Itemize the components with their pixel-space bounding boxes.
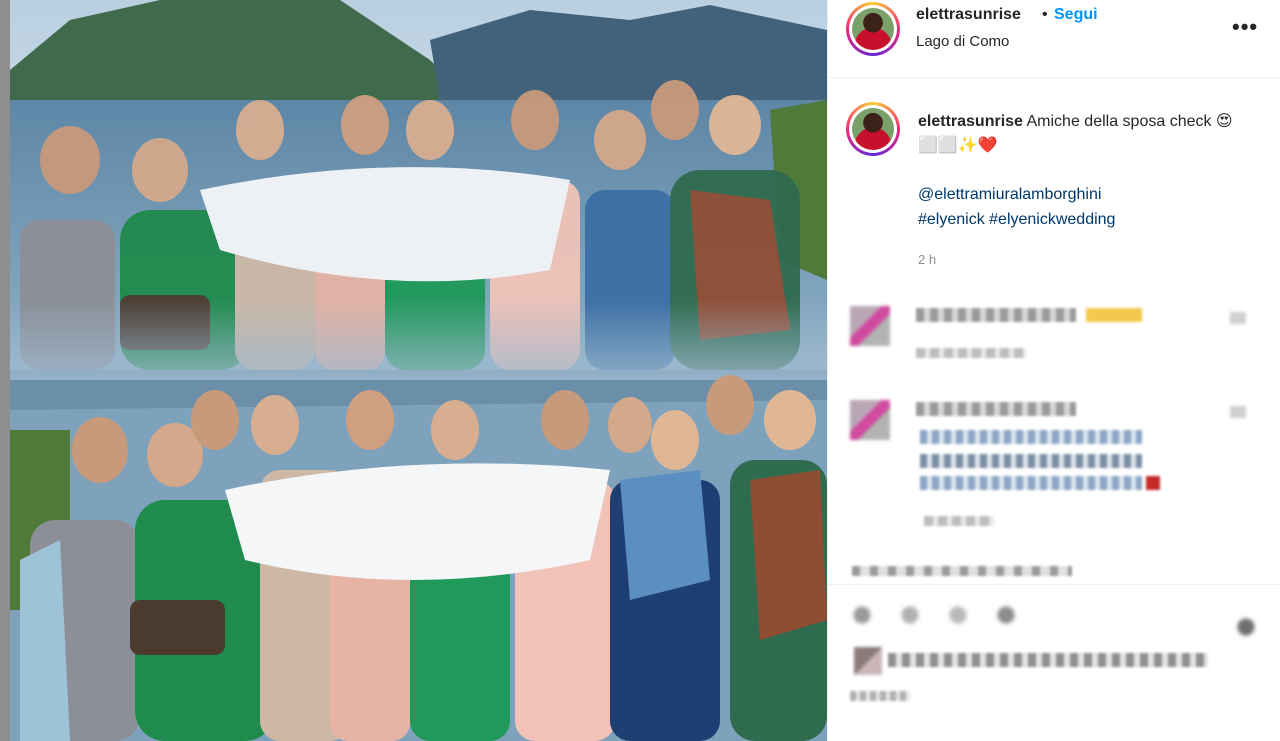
caption-username[interactable]: elettrasunrise: [918, 113, 1023, 130]
commenter-avatar[interactable]: [850, 400, 890, 440]
post-time: 2 h: [918, 252, 937, 267]
comment-text-line: [920, 454, 1142, 468]
comment-text: [916, 308, 1076, 322]
bookmark-icon[interactable]: [1234, 615, 1258, 639]
follow-button[interactable]: Segui: [1054, 6, 1098, 24]
comment-text: [916, 402, 1076, 416]
author-avatar[interactable]: [846, 2, 900, 56]
comment-item: [828, 398, 1280, 538]
post-photo[interactable]: [10, 0, 827, 741]
hashtag-links[interactable]: #elyenick #elyenickwedding: [918, 207, 1115, 232]
author-username[interactable]: elettrasunrise: [916, 6, 1021, 24]
separator-dot: •: [1042, 6, 1048, 23]
liker-avatar[interactable]: [854, 647, 882, 675]
comment-emoji: [1146, 476, 1160, 490]
post-date: [850, 691, 910, 701]
post-actions: [828, 584, 1280, 741]
commenter-avatar[interactable]: [850, 306, 890, 346]
comment-meta: [924, 516, 994, 526]
post-caption: elettrasunrise Amiche della sposa check …: [828, 100, 1280, 280]
post-photo-illustration: [10, 0, 827, 741]
mention-link[interactable]: @elettramiuralamborghini: [918, 182, 1115, 207]
post-location[interactable]: Lago di Como: [916, 33, 1009, 50]
window-edge: [0, 0, 10, 741]
like-comment-icon[interactable]: [1230, 312, 1246, 324]
caption-author-avatar[interactable]: [846, 102, 900, 156]
post-side-panel: elettrasunrise • Segui Lago di Como ••• …: [827, 0, 1280, 741]
share-icon[interactable]: [946, 603, 970, 627]
like-comment-icon[interactable]: [1230, 406, 1246, 418]
comment-emoji: [1086, 308, 1142, 322]
comment-meta: [916, 348, 1026, 358]
comment-text-line: [920, 476, 1142, 490]
comment-text-line: [920, 430, 1142, 444]
comment-item: [828, 300, 1280, 370]
caption-text: elettrasunrise Amiche della sposa check …: [918, 110, 1248, 158]
comment-icon[interactable]: [898, 603, 922, 627]
likes-text[interactable]: [888, 653, 1208, 667]
heart-icon[interactable]: [850, 603, 874, 627]
more-horizontal-icon[interactable]: •••: [1232, 14, 1258, 40]
send-icon[interactable]: [994, 603, 1018, 627]
post-header: elettrasunrise • Segui Lago di Como •••: [828, 0, 1280, 78]
caption-links: @elettramiuralamborghini #elyenick #elye…: [918, 182, 1115, 232]
comment-item: [828, 566, 1280, 582]
comment-text: [852, 566, 1072, 576]
